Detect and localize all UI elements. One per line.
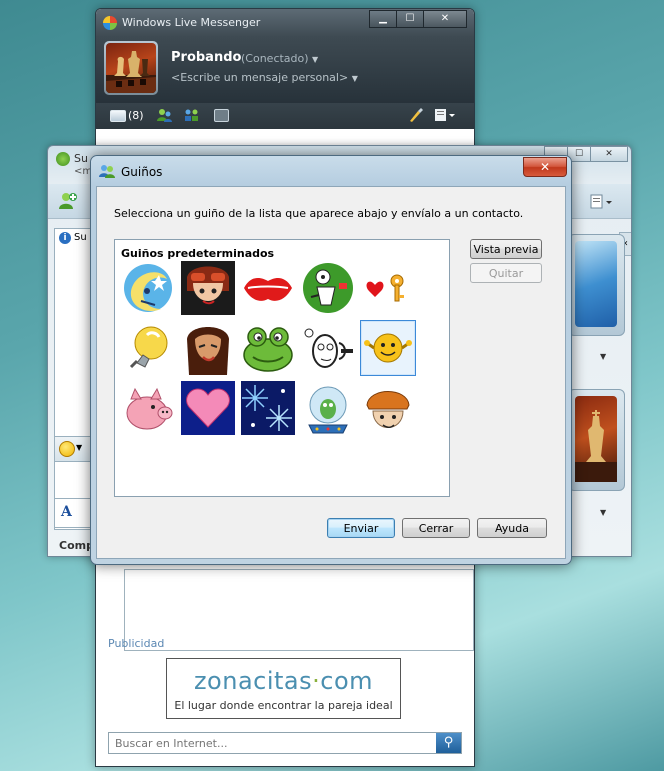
send-button[interactable]: Enviar [327,518,395,538]
ad-brand-part1: zonacitas [193,667,313,695]
windows-live-logo-icon [103,16,117,30]
mail-icon[interactable] [110,110,126,122]
contact-status-icon [56,152,70,166]
wink-lightbulb[interactable] [121,321,175,375]
personal-message-dropdown-icon: ▼ [351,74,358,83]
wink-snow-globe[interactable] [301,381,355,435]
format-bar: A [54,498,94,528]
search-button[interactable]: ⚲ [436,733,461,753]
my-display-picture[interactable] [568,389,625,491]
conversation-close-button[interactable]: ✕ [590,146,628,162]
contact-picture-image [575,241,617,327]
instruction-text: Selecciona un guiño de la lista que apar… [114,207,524,220]
user-status-text: (Conectado) [241,52,309,65]
wink-heart-key[interactable] [361,261,415,315]
search-input[interactable] [109,733,435,753]
profile-header: Probando (Conectado) ▼ <Escribe un mensa… [96,37,474,103]
dialog-body: Selecciona un guiño de la lista que apar… [96,186,566,559]
personal-message[interactable]: <Escribe un mensaje personal> ▼ [171,71,358,84]
conversation-history-pane: i Su [54,228,94,530]
group-title: Guiños predeterminados [121,247,275,260]
messenger-toolbar: (8) [96,103,474,129]
maximize-button[interactable]: ☐ [396,10,424,28]
messenger-titlebar[interactable]: Windows Live Messenger ▁ ☐ ✕ [96,9,474,37]
chess-avatar-image [106,43,156,93]
cancel-button[interactable]: Cerrar [402,518,470,538]
wink-pig[interactable] [121,381,175,435]
status-dropdown-icon: ▼ [312,55,319,64]
contact-list-frame [124,569,474,651]
close-icon: ✕ [539,160,551,174]
dialog-title: Guiños [121,165,163,179]
winks-dialog: Guiños ✕ Selecciona un guiño de la lista… [90,155,572,565]
wink-moon[interactable] [121,261,175,315]
conversation-title: Su [74,152,88,165]
internet-search-box: ⚲ [108,732,462,754]
conversation-menu-icon[interactable] [590,194,612,210]
games-icon[interactable] [214,109,229,122]
emoticon-bar: ▼ [54,436,94,462]
font-icon[interactable]: A [61,504,72,520]
paint-brush-icon[interactable] [408,108,424,122]
my-picture-dropdown-icon[interactable]: ▼ [600,508,606,517]
group-icon[interactable] [184,108,200,122]
minimize-button[interactable]: ▁ [369,10,397,28]
mail-count[interactable]: (8) [128,109,144,122]
winks-listbox: Guiños predeterminados [114,239,450,497]
ad-brand-part2: com [320,667,374,695]
help-button[interactable]: Ayuda [477,518,547,538]
wink-face-sketch[interactable] [301,321,355,375]
wink-girl-face[interactable] [181,321,235,375]
info-text: Su [74,232,87,243]
advertising-label: Publicidad [108,637,165,650]
compose-label: Comp [59,539,94,552]
messenger-buddy-icon [99,164,115,178]
emoticon-icon[interactable] [59,441,75,457]
ad-tagline: El lugar donde encontrar la pareja ideal [174,699,393,712]
ad-brand: zonacitas·com [167,667,400,695]
contact-display-picture[interactable] [568,234,625,336]
dialog-close-button[interactable]: ✕ [523,157,567,177]
messenger-caption-buttons: ▁ ☐ ✕ [369,10,467,28]
user-status[interactable]: (Conectado) ▼ [241,52,318,65]
remove-button[interactable]: Quitar [470,263,542,283]
wink-sparkles[interactable] [241,381,295,435]
wink-green-cartoon[interactable] [301,261,355,315]
search-icon: ⚲ [443,735,454,750]
wink-boy-cap[interactable] [361,381,415,435]
preview-button[interactable]: Vista previa [470,239,542,259]
contacts-icon[interactable] [156,108,172,122]
wink-heart[interactable] [181,381,235,435]
messenger-title: Windows Live Messenger [122,16,261,29]
wink-aviator-girl[interactable] [181,261,235,315]
advertisement-banner[interactable]: zonacitas·com El lugar donde encontrar l… [166,658,401,719]
info-bar: i Su [55,229,93,247]
close-button[interactable]: ✕ [423,10,467,28]
personal-message-text: <Escribe un mensaje personal> [171,71,349,84]
my-picture-image [575,396,617,482]
emoticon-dropdown-icon[interactable]: ▼ [76,443,82,452]
wink-frog[interactable] [241,321,295,375]
add-contact-icon[interactable] [58,192,78,210]
info-icon: i [59,232,71,244]
wink-smiley[interactable] [360,320,416,376]
user-name[interactable]: Probando [171,50,241,65]
menu-icon[interactable] [434,108,455,122]
wink-kiss-lips[interactable] [241,261,295,315]
avatar[interactable] [104,41,158,95]
contact-picture-dropdown-icon[interactable]: ▼ [600,352,606,361]
